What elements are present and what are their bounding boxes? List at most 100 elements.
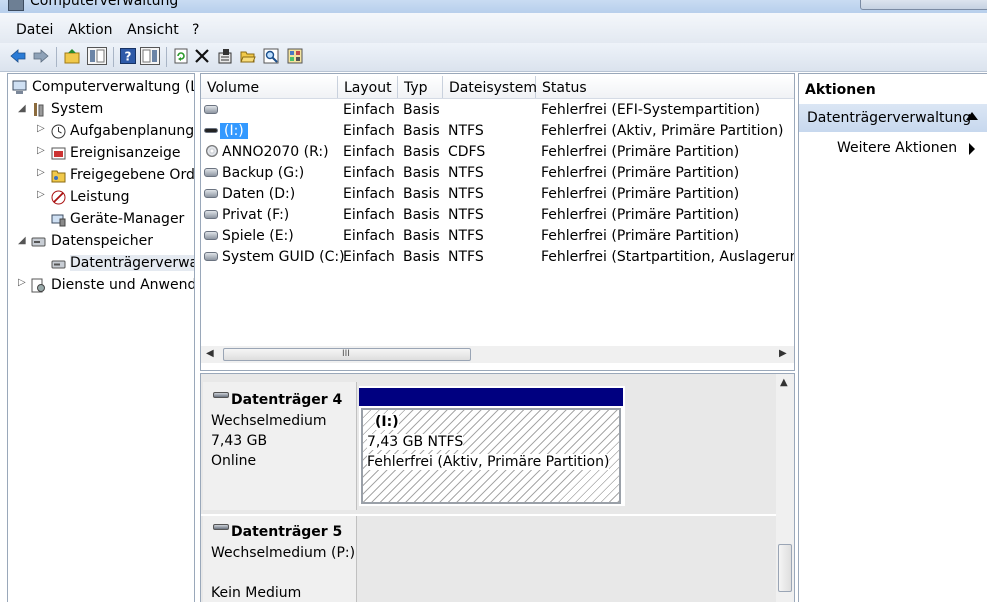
- menu-bar: Datei Aktion Ansicht ?: [0, 13, 987, 43]
- cell-fs: NTFS: [448, 123, 484, 139]
- tree-label: Geräte-Manager: [70, 211, 185, 227]
- window-controls[interactable]: [860, 0, 987, 10]
- collapse-icon[interactable]: ◢: [18, 235, 26, 246]
- table-row[interactable]: Spiele (E:) Einfach Basis NTFS Fehlerfre…: [201, 226, 794, 247]
- search-icon[interactable]: [263, 48, 279, 64]
- disk-kind: Wechselmedium: [211, 413, 327, 429]
- actions-section-header[interactable]: Datenträgerverwaltung: [799, 104, 987, 132]
- disk-info-5[interactable]: Datenträger 5 Wechselmedium (P:) Kein Me…: [203, 516, 357, 602]
- cell-status: Fehlerfrei (Primäre Partition): [541, 165, 740, 181]
- scroll-right-icon[interactable]: ▶: [779, 348, 787, 359]
- chevron-right-icon: [969, 143, 975, 155]
- menu-ansicht[interactable]: Ansicht: [127, 22, 179, 38]
- cell-layout: Einfach: [343, 186, 395, 202]
- expand-icon[interactable]: ▷: [37, 123, 45, 134]
- cell-status: Fehlerfrei (Aktiv, Primäre Partition): [541, 123, 784, 139]
- toolbar: ?: [0, 43, 987, 72]
- removable-disk-icon: [204, 128, 218, 133]
- refresh-icon[interactable]: [173, 48, 189, 64]
- cell-status: Fehlerfrei (Primäre Partition): [541, 228, 740, 244]
- tree-item-computerverwaltung[interactable]: Computerverwaltung (Lokal): [8, 77, 194, 99]
- table-row[interactable]: System GUID (C:) Einfach Basis NTFS Fehl…: [201, 247, 794, 268]
- disk-state: Kein Medium: [211, 585, 302, 601]
- horizontal-scrollbar[interactable]: ◀ III ▶: [201, 346, 794, 363]
- export-icon[interactable]: [287, 48, 303, 64]
- expand-icon[interactable]: ▷: [37, 167, 45, 178]
- cell-type: Basis: [403, 102, 440, 118]
- tree-item-geraete-manager[interactable]: Geräte-Manager: [8, 209, 194, 231]
- disk-kind: Wechselmedium (P:): [211, 545, 356, 561]
- table-row[interactable]: Einfach Basis Fehlerfrei (EFI-Systempart…: [201, 100, 794, 121]
- forward-arrow-icon[interactable]: [33, 48, 49, 64]
- tree-item-freigegebene-ordner[interactable]: ▷ Freigegebene Ordner: [8, 165, 194, 187]
- expand-icon[interactable]: ▷: [37, 145, 45, 156]
- menu-datei[interactable]: Datei: [16, 22, 53, 38]
- cell-layout: Einfach: [343, 144, 395, 160]
- column-header-dateisystem[interactable]: Dateisystem: [443, 76, 537, 98]
- cell-status: Fehlerfrei (Primäre Partition): [541, 186, 740, 202]
- collapse-icon[interactable]: [966, 112, 978, 120]
- scroll-left-icon[interactable]: ◀: [206, 348, 214, 359]
- tree-item-ereignisanzeige[interactable]: ▷ Ereignisanzeige: [8, 143, 194, 165]
- performance-icon: [51, 190, 66, 205]
- open-icon[interactable]: [240, 48, 256, 64]
- column-header-typ[interactable]: Typ: [398, 76, 443, 98]
- disk-icon: [204, 168, 218, 177]
- removable-disk-icon: [213, 392, 229, 398]
- partition-bar: [359, 388, 623, 406]
- tree-label: Computerverwaltung (Lokal): [32, 79, 194, 95]
- disk-layout-panel: Datenträger 4 Wechselmedium 7,43 GB Onli…: [200, 373, 795, 602]
- cell-type: Basis: [403, 186, 440, 202]
- tree-label: Aufgabenplanung: [70, 123, 195, 139]
- cell-volume: (I:): [220, 123, 248, 139]
- scroll-grip: III: [342, 349, 350, 359]
- scroll-up-icon[interactable]: ▲: [780, 377, 788, 388]
- table-row[interactable]: Backup (G:) Einfach Basis NTFS Fehlerfre…: [201, 163, 794, 184]
- disk-info-4[interactable]: Datenträger 4 Wechselmedium 7,43 GB Onli…: [203, 382, 357, 510]
- disk-name: Datenträger 4: [231, 392, 343, 408]
- properties-icon[interactable]: [217, 48, 233, 64]
- tree-item-dienste[interactable]: ▷ Dienste und Anwendungen: [8, 275, 194, 297]
- table-row[interactable]: (I:) Einfach Basis NTFS Fehlerfrei (Akti…: [201, 121, 794, 142]
- actions-section-title: Datenträgerverwaltung: [807, 110, 972, 126]
- tree-item-datenspeicher[interactable]: ◢ Datenspeicher: [8, 231, 194, 253]
- table-row[interactable]: Privat (F:) Einfach Basis NTFS Fehlerfre…: [201, 205, 794, 226]
- collapse-icon[interactable]: ◢: [18, 103, 26, 114]
- cd-icon: [206, 145, 218, 157]
- more-actions-item[interactable]: Weitere Aktionen: [837, 140, 975, 156]
- table-row[interactable]: ANNO2070 (R:) Einfach Basis CDFS Fehlerf…: [201, 142, 794, 163]
- cell-volume: Backup (G:): [222, 165, 305, 181]
- tree-item-leistung[interactable]: ▷ Leistung: [8, 187, 194, 209]
- cell-type: Basis: [403, 228, 440, 244]
- tree-item-system[interactable]: ◢ System: [8, 99, 194, 121]
- delete-icon[interactable]: [194, 48, 210, 64]
- column-header-volume[interactable]: Volume: [201, 76, 338, 98]
- menu-aktion[interactable]: Aktion: [68, 22, 113, 38]
- menu-help[interactable]: ?: [192, 22, 199, 38]
- cell-fs: NTFS: [448, 228, 484, 244]
- tree-label: Datenträgerverwaltung: [70, 255, 194, 271]
- cell-status: Fehlerfrei (EFI-Systempartition): [541, 102, 760, 118]
- partition-body[interactable]: (I:) 7,43 GB NTFS Fehlerfrei (Aktiv, Pri…: [361, 408, 621, 504]
- cell-fs: NTFS: [448, 186, 484, 202]
- scroll-thumb[interactable]: III: [223, 348, 471, 361]
- scroll-thumb[interactable]: [778, 544, 792, 592]
- show-hide-action-icon[interactable]: [140, 47, 160, 65]
- up-folder-icon[interactable]: [64, 48, 80, 64]
- tree-item-datentraegerverwaltung[interactable]: Datenträgerverwaltung: [8, 253, 194, 275]
- partition-i[interactable]: (I:) 7,43 GB NTFS Fehlerfrei (Aktiv, Pri…: [359, 386, 625, 506]
- help-icon[interactable]: ?: [120, 48, 136, 64]
- back-arrow-icon[interactable]: [10, 48, 26, 64]
- show-hide-tree-icon[interactable]: [87, 47, 107, 65]
- tree-label: Ereignisanzeige: [70, 145, 181, 161]
- disk-icon: [204, 252, 218, 261]
- expand-icon[interactable]: ▷: [37, 189, 45, 200]
- tree-item-aufgabenplanung[interactable]: ▷ Aufgabenplanung: [8, 121, 194, 143]
- expand-icon[interactable]: ▷: [18, 277, 26, 288]
- table-row[interactable]: Daten (D:) Einfach Basis NTFS Fehlerfrei…: [201, 184, 794, 205]
- column-header-layout[interactable]: Layout: [338, 76, 398, 98]
- column-header-status[interactable]: Status: [536, 76, 794, 98]
- more-actions-label: Weitere Aktionen: [837, 140, 958, 156]
- event-viewer-icon: [51, 147, 66, 160]
- vertical-scrollbar[interactable]: ▲: [776, 374, 794, 602]
